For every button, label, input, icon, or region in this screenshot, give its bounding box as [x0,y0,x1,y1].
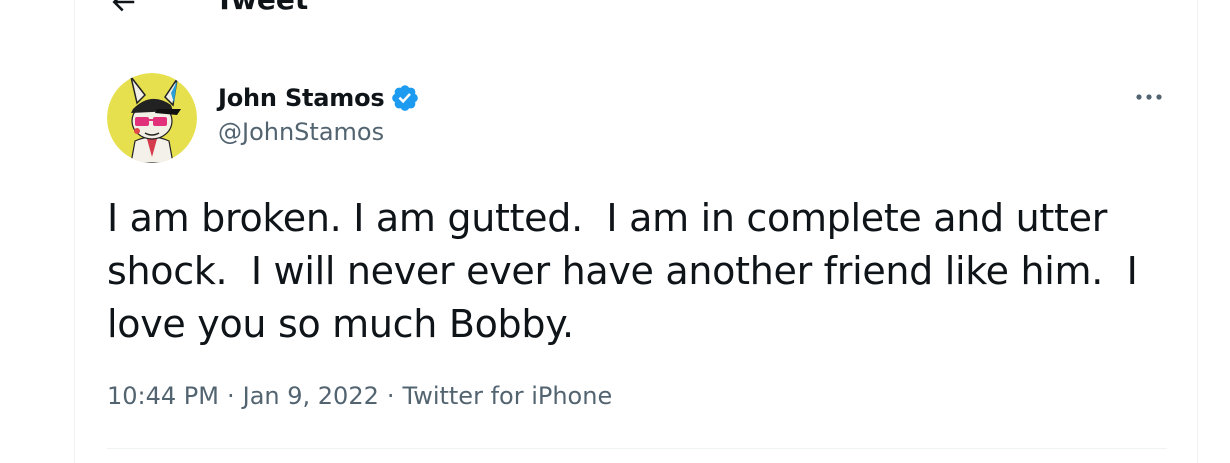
tweet-metadata: 10:44 PM · Jan 9, 2022 · Twitter for iPh… [107,382,612,410]
author-display-name[interactable]: John Stamos [218,84,385,112]
page-title: Tweet [215,0,308,20]
meta-separator: · [386,382,395,410]
tweet-source-link[interactable]: Twitter for iPhone [403,382,613,410]
avatar-image [107,73,197,163]
more-options-button[interactable] [1129,82,1169,112]
author-names: John Stamos @JohnStamos [218,80,420,146]
back-button[interactable] [103,0,143,22]
tweet-header: Tweet [75,0,1197,22]
avatar[interactable] [107,73,197,163]
display-name-row: John Stamos [218,80,420,116]
tweet-time-link[interactable]: 10:44 PM [107,382,219,410]
more-dots-icon [1136,94,1162,100]
divider [107,448,1167,449]
tweet-text: I am broken. I am gutted. I am in comple… [107,196,1138,346]
tweet-detail-column: Tweet John Stamos [74,0,1198,463]
arrow-left-icon [112,0,135,12]
verified-badge-icon [392,85,419,111]
author-handle[interactable]: @JohnStamos [218,118,420,146]
meta-separator: · [226,382,235,410]
tweet-date-link[interactable]: Jan 9, 2022 [243,382,379,410]
